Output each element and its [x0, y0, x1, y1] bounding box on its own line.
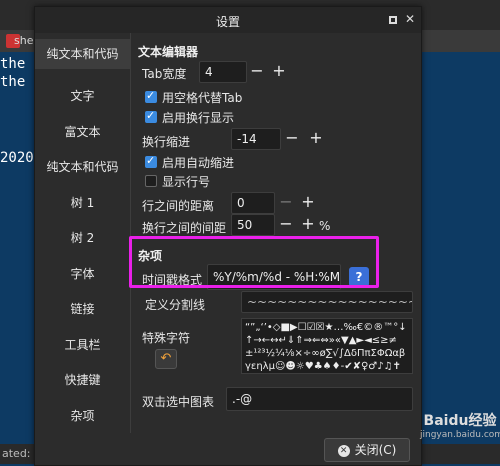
wrap-indent-label: 换行缩进: [142, 135, 191, 149]
sidebar-item-text[interactable]: 文字: [35, 81, 130, 111]
special-chars-input[interactable]: “”„‘’•◇■▶☐☑☒★…‰€©®™°↓↑→←↔↵⇓⇑⇒⇐⇔»«▼▲►◄≤≥≠…: [241, 318, 413, 374]
tab-width-increase-button[interactable]: +: [270, 61, 288, 83]
watermark-subtext: jingyan.baidu.com: [420, 430, 500, 440]
close-icon[interactable]: ✕: [404, 13, 416, 25]
sidebar-item-plain-text-code-2[interactable]: 纯文本和代码: [35, 152, 130, 182]
settings-sidebar: 纯文本和代码 文字 富文本 纯文本和代码 树 1 树 2 字体 链接 工具栏 快…: [35, 33, 131, 433]
wrap-spacing-input[interactable]: 50: [231, 214, 275, 236]
line-spacing-input[interactable]: 0: [231, 192, 275, 214]
tab-width-decrease-button[interactable]: −: [248, 61, 266, 83]
sidebar-item-tree-1[interactable]: 树 1: [35, 188, 130, 218]
sidebar-item-font[interactable]: 字体: [35, 259, 130, 289]
line-spacing-decrease-button[interactable]: −: [277, 192, 295, 214]
sidebar-item-toolbar[interactable]: 工具栏: [35, 330, 130, 360]
divider-label: 定义分割线: [145, 298, 206, 312]
tab-width-input[interactable]: 4: [199, 61, 247, 83]
highlight-annotation-box: [129, 236, 379, 288]
sidebar-item-links[interactable]: 链接: [35, 294, 130, 324]
wrap-spacing-decrease-button[interactable]: −: [277, 214, 295, 236]
sidebar-item-plain-text-code[interactable]: 纯文本和代码: [35, 39, 130, 69]
use-spaces-label: 用空格代替Tab: [162, 91, 243, 105]
sidebar-item-shortcuts[interactable]: 快捷键: [35, 365, 130, 395]
close-button[interactable]: ✕ 关闭(C): [324, 438, 410, 462]
close-button-label: 关闭(C): [354, 443, 397, 457]
use-spaces-checkbox[interactable]: [145, 89, 157, 103]
line-numbers-label: 显示行号: [162, 175, 211, 189]
double-click-label: 双击选中图表: [142, 395, 215, 409]
wrap-indent-decrease-button[interactable]: −: [283, 128, 301, 150]
dialog-titlebar[interactable]: 设置 ✕: [35, 7, 421, 33]
wrap-spacing-label: 换行之间的间距: [142, 221, 227, 235]
watermark-text: Baidu经验: [423, 413, 497, 429]
auto-indent-label: 启用自动缩进: [162, 156, 235, 170]
wrap-indent-input[interactable]: -14: [231, 128, 281, 150]
tab-width-label: Tab宽度: [142, 67, 187, 81]
wrap-label: 启用换行显示: [162, 111, 235, 125]
reset-arrow-icon[interactable]: ↶: [155, 349, 177, 369]
dialog-title: 设置: [215, 15, 240, 29]
divider-input[interactable]: ~~~~~~~~~~~~~~~~~~~~~~~~~~~~~~: [241, 291, 413, 313]
sidebar-item-tree-2[interactable]: 树 2: [35, 223, 130, 253]
wrap-checkbox[interactable]: [145, 109, 157, 123]
special-chars-label: 特殊字符: [142, 331, 191, 345]
line-spacing-label: 行之间的距离: [142, 199, 215, 213]
wrap-spacing-increase-button[interactable]: +: [299, 214, 317, 236]
close-circle-icon: ✕: [337, 444, 350, 457]
background-text-line: 2020: [0, 150, 34, 166]
wrap-indent-increase-button[interactable]: +: [307, 128, 325, 150]
line-numbers-checkbox[interactable]: [145, 175, 157, 187]
double-click-input[interactable]: .-@: [226, 387, 413, 411]
auto-indent-checkbox[interactable]: [145, 154, 157, 168]
sidebar-item-misc[interactable]: 杂项: [35, 401, 130, 431]
maximize-icon[interactable]: [389, 16, 397, 24]
section-title-text-editor: 文本编辑器: [138, 45, 199, 59]
baidu-watermark: Baidu经验 jingyan.baidu.com: [420, 410, 500, 440]
wrap-spacing-unit: %: [319, 219, 331, 233]
line-spacing-increase-button[interactable]: +: [299, 192, 317, 214]
sidebar-item-rich-text[interactable]: 富文本: [35, 117, 130, 147]
